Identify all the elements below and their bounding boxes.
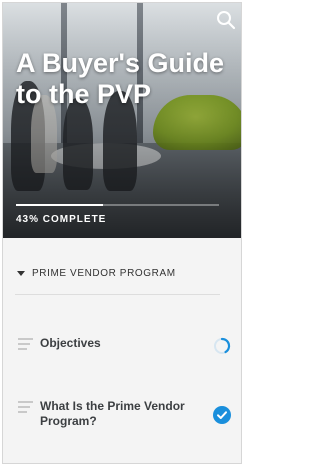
search-icon — [217, 11, 236, 30]
section-prime-vendor-program[interactable]: PRIME VENDOR PROGRAM — [15, 265, 220, 295]
course-progress-bar — [16, 204, 219, 206]
course-cover-image: A Buyer's Guide to the PVP 43% COMPLETE — [3, 3, 241, 238]
course-title: A Buyer's Guide to the PVP — [16, 48, 224, 109]
course-sidebar: A Buyer's Guide to the PVP 43% COMPLETE … — [2, 2, 242, 464]
partial-progress-ring-icon — [213, 337, 231, 355]
course-progress-text: 43% COMPLETE — [16, 214, 107, 225]
lesson-lines-icon — [18, 338, 33, 350]
lesson-what-is-pvp[interactable]: What Is the Prime Vendor Program? — [15, 399, 231, 433]
lesson-lines-icon — [18, 401, 33, 413]
section-label: PRIME VENDOR PROGRAM — [32, 268, 176, 279]
course-progress-fill — [16, 204, 104, 206]
lesson-objectives[interactable]: Objectives — [15, 336, 231, 356]
caret-down-icon — [17, 271, 25, 276]
checkmark-circle-icon — [213, 406, 231, 424]
search-button[interactable] — [215, 9, 237, 31]
lesson-title: What Is the Prime Vendor Program? — [40, 399, 185, 428]
lesson-title: Objectives — [40, 336, 101, 350]
